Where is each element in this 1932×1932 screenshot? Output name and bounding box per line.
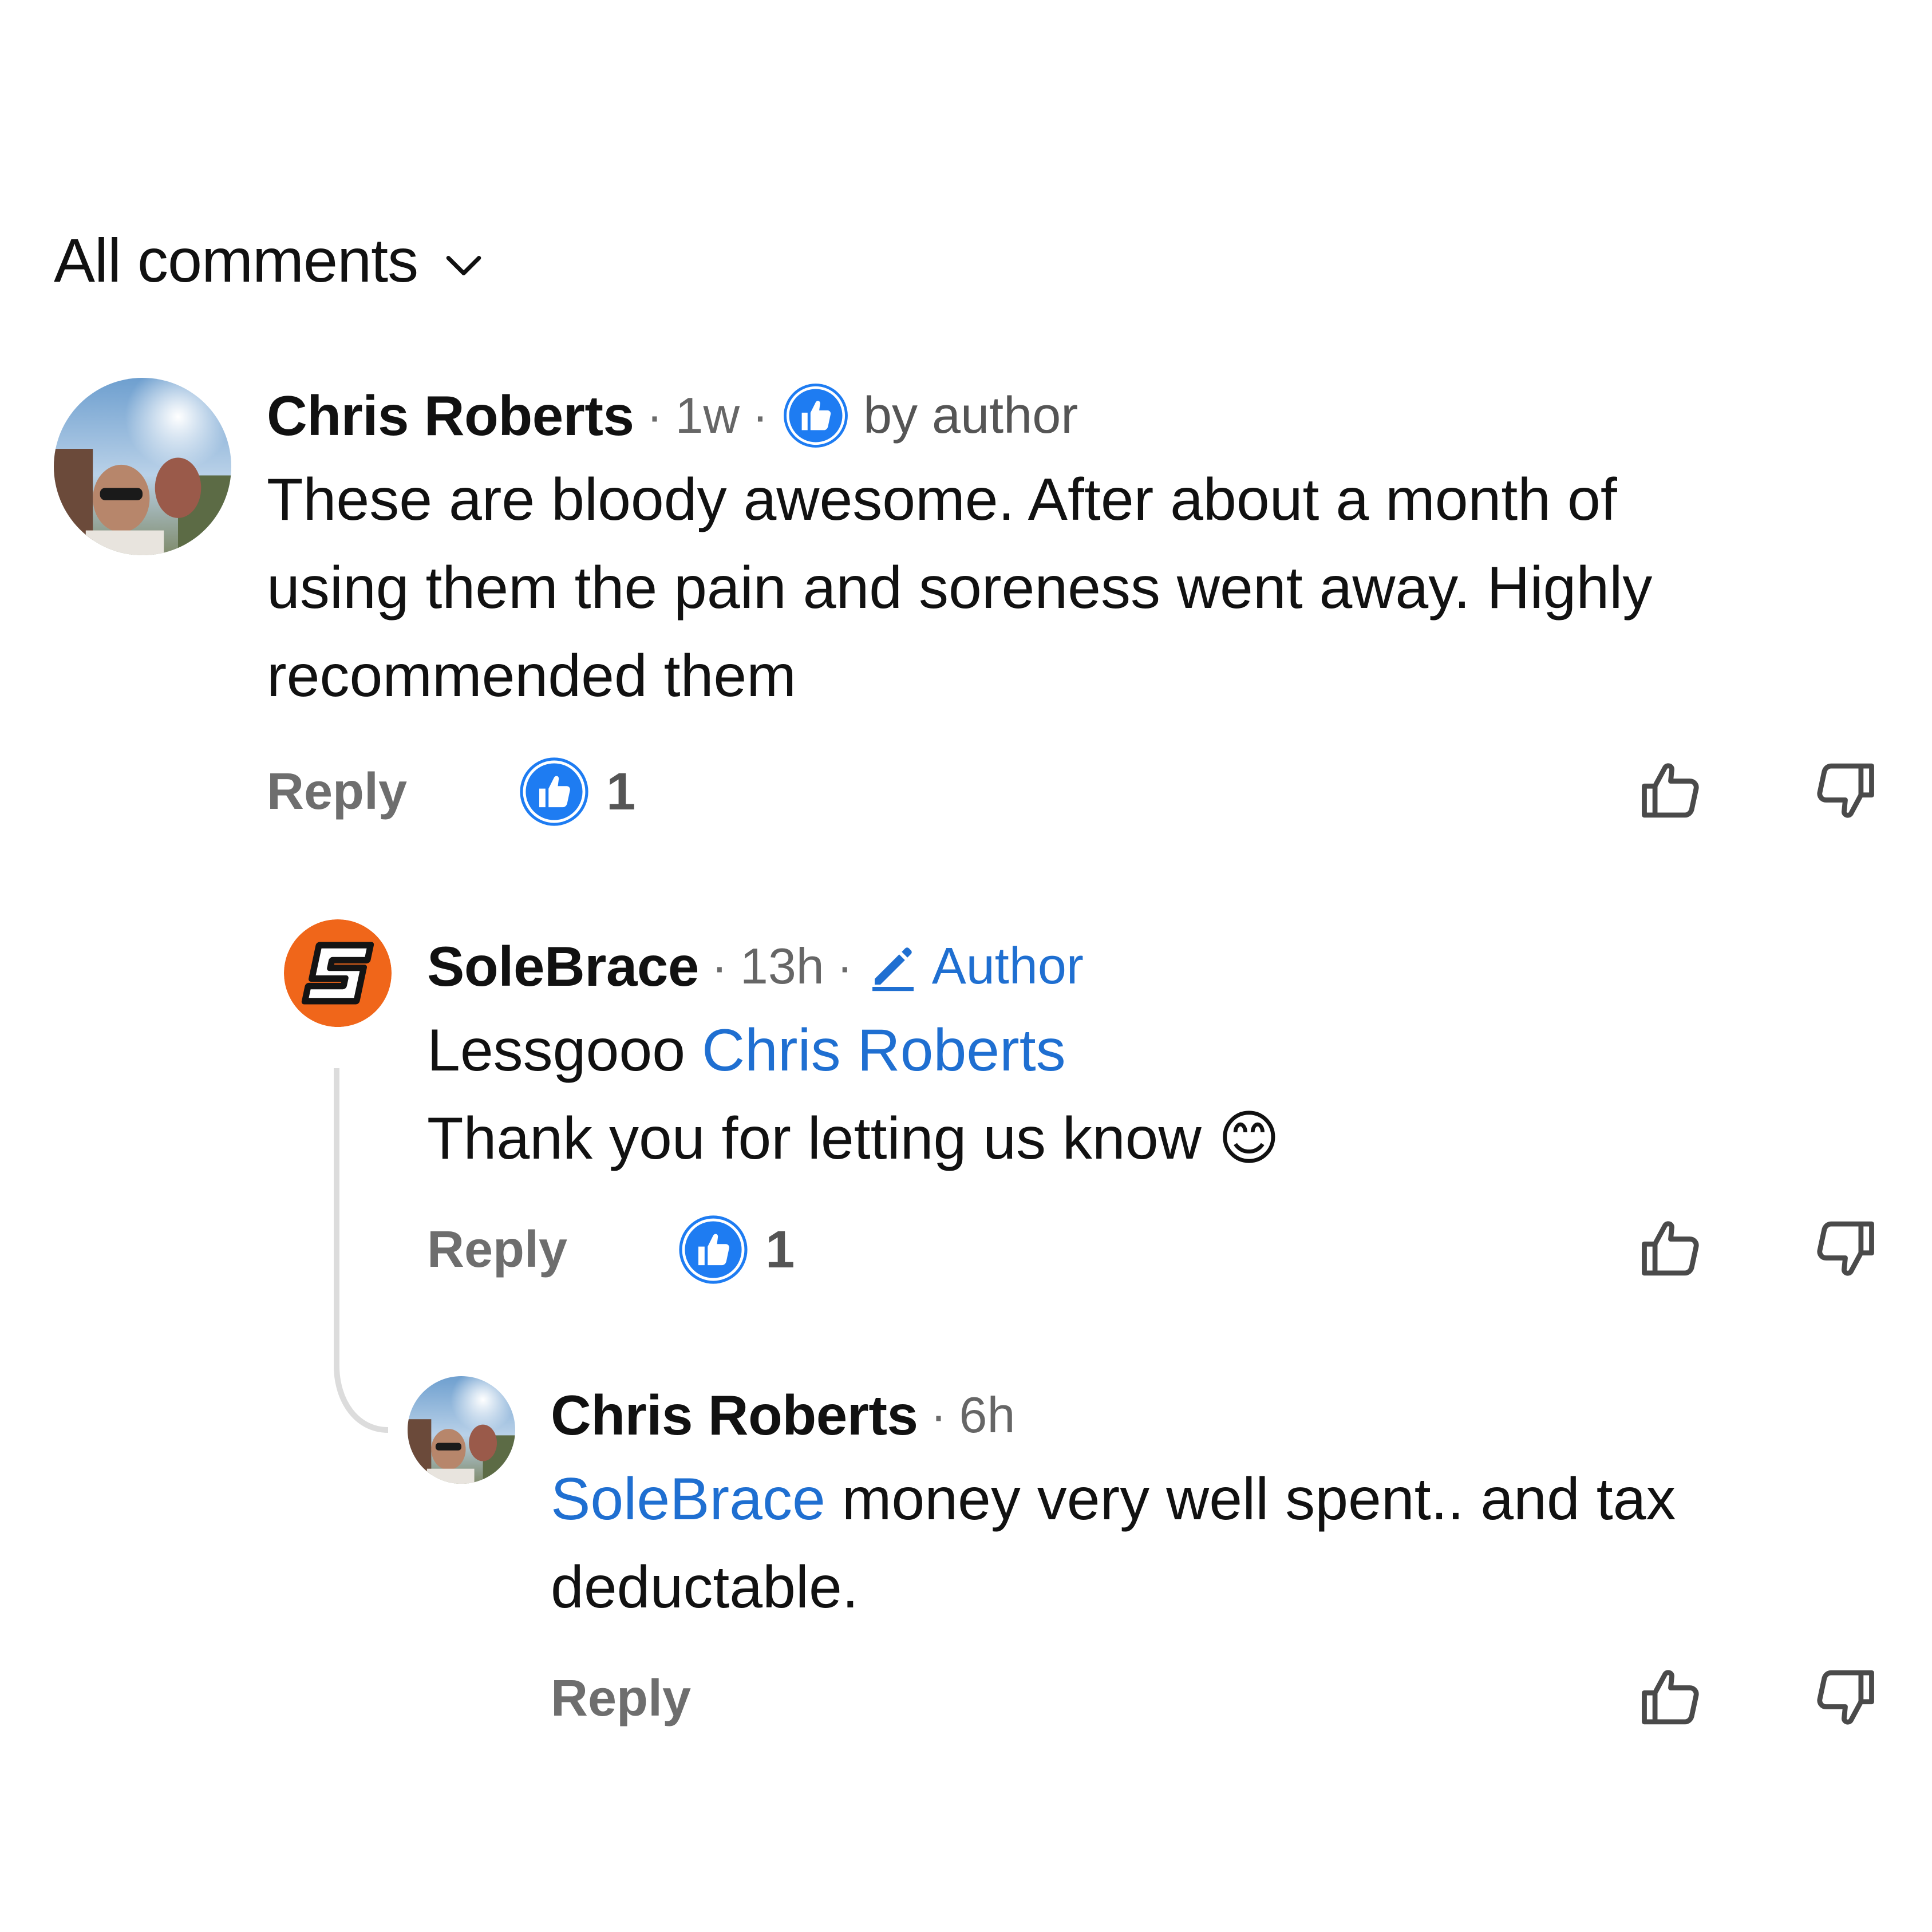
comment-timestamp: 6h	[959, 1386, 1016, 1443]
avatar-photo	[54, 378, 231, 555]
reply-thread-line	[334, 1068, 388, 1433]
pencil-icon	[872, 947, 914, 991]
thumbs-down-outline-icon	[1817, 1670, 1874, 1725]
comment-text-line: These are bloody awesome. After about a …	[267, 467, 1617, 533]
like-count-badge: 1	[517, 754, 635, 829]
comment-text-line: using them the pain and soreness went aw…	[267, 555, 1653, 621]
dislike-button[interactable]	[1808, 1660, 1882, 1735]
comment-body: Lessgooo Chris Roberts Thank you for let…	[427, 1006, 1870, 1183]
avatar-solebrace[interactable]	[284, 919, 392, 1027]
liked-by-author-badge: by author	[781, 381, 1078, 451]
meta-separator: ·	[711, 939, 728, 993]
comment-text-line: SoleBrace money very well spent.. and ta…	[551, 1455, 1867, 1543]
author-tag: Author	[866, 937, 1084, 996]
comment-meta: SoleBrace · 13h · Author	[427, 932, 1870, 1001]
liked-by-author-label: by author	[863, 386, 1078, 444]
comment-author-name[interactable]: SoleBrace	[427, 934, 699, 999]
thumbs-up-outline-icon	[1642, 1670, 1699, 1725]
comment-timestamp: 1w	[675, 387, 740, 444]
comment-text-line: deductable.	[551, 1554, 859, 1621]
comment-text: Lessgooo	[427, 1017, 702, 1084]
like-button[interactable]	[1634, 1660, 1708, 1735]
avatar-chris-roberts[interactable]	[408, 1376, 515, 1484]
author-tag-label: Author	[931, 937, 1084, 995]
like-count-badge: 1	[676, 1212, 795, 1287]
comments-filter-header[interactable]: All comments	[54, 223, 487, 298]
comment-author-name[interactable]: Chris Roberts	[267, 384, 634, 448]
comment-text-line: recommended them	[267, 643, 796, 709]
thumbs-up-badge-icon	[679, 1215, 748, 1284]
meta-separator: ·	[646, 388, 663, 442]
comment-meta: Chris Roberts · 1w · by author	[267, 381, 1870, 450]
meta-separator: ·	[930, 1388, 947, 1442]
dislike-button[interactable]	[1808, 753, 1882, 828]
avatar-photo	[408, 1376, 515, 1484]
comment-1: Chris Roberts · 1w · by author These are…	[267, 381, 1870, 720]
like-button[interactable]	[1634, 753, 1708, 828]
comment-3: Chris Roberts · 6h SoleBrace money very …	[551, 1381, 1867, 1631]
comment-2: SoleBrace · 13h · Author Lessgooo Chris …	[427, 932, 1870, 1183]
avatar-chris-roberts[interactable]	[54, 378, 231, 555]
thumbs-up-outline-icon	[1642, 1221, 1699, 1276]
comment-author-name[interactable]: Chris Roberts	[551, 1383, 918, 1448]
solebrace-logo	[284, 919, 392, 1027]
comment-text-line: Thank you for letting us know 😊	[427, 1105, 1281, 1172]
dislike-button[interactable]	[1808, 1211, 1882, 1286]
thumbs-down-outline-icon	[1817, 763, 1874, 818]
like-count: 1	[765, 1220, 795, 1279]
comment-timestamp: 13h	[740, 938, 824, 994]
comment-body: SoleBrace money very well spent.. and ta…	[551, 1455, 1867, 1631]
comment-text-line: Lessgooo Chris Roberts	[427, 1006, 1870, 1095]
thumbs-up-outline-icon	[1642, 763, 1699, 818]
reply-button[interactable]: Reply	[427, 1220, 567, 1279]
chevron-down-icon[interactable]	[441, 243, 487, 289]
meta-separator: ·	[752, 388, 768, 442]
comment-text: money very well spent.. and tax	[825, 1466, 1676, 1532]
comment-actions: Reply 1	[267, 754, 1870, 829]
mention-link[interactable]: SoleBrace	[551, 1466, 825, 1532]
like-count: 1	[606, 762, 636, 821]
comment-meta: Chris Roberts · 6h	[551, 1381, 1867, 1449]
comments-filter-label: All comments	[54, 226, 418, 295]
comment-body: These are bloody awesome. After about a …	[267, 456, 1870, 720]
like-button[interactable]	[1634, 1211, 1708, 1286]
thumbs-up-badge-icon	[784, 384, 848, 448]
thumbs-down-outline-icon	[1817, 1221, 1874, 1276]
mention-link[interactable]: Chris Roberts	[702, 1017, 1066, 1084]
thumbs-up-badge-icon	[520, 757, 588, 826]
reply-button[interactable]: Reply	[267, 762, 407, 821]
meta-separator: ·	[836, 939, 853, 993]
reply-button[interactable]: Reply	[551, 1669, 691, 1728]
